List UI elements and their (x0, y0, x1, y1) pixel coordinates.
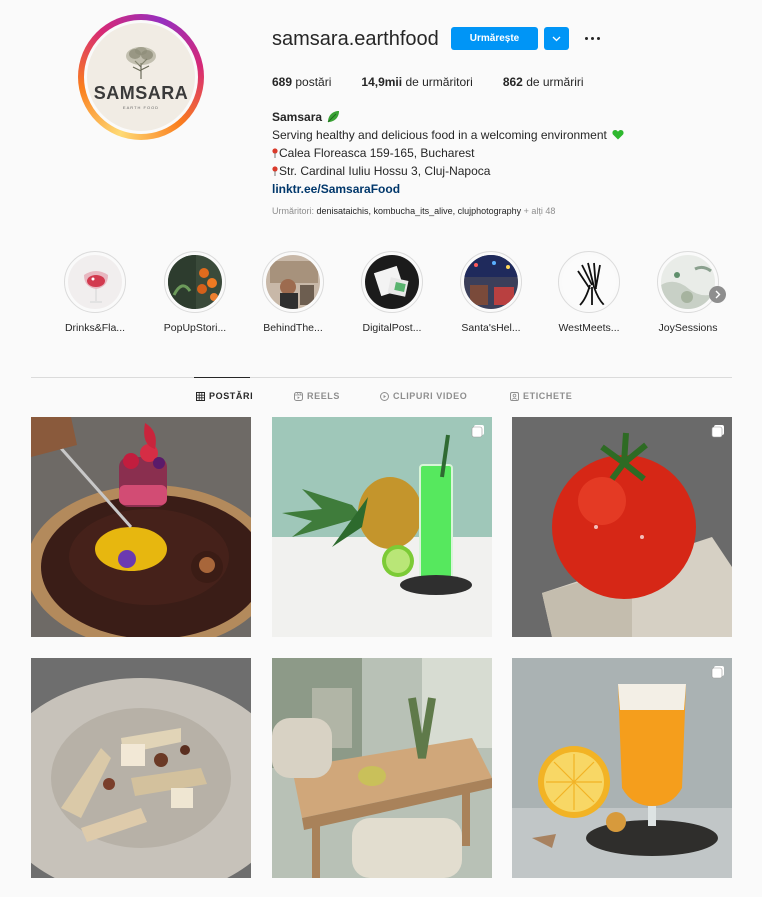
chevron-down-icon (552, 36, 561, 41)
followed-by-note[interactable]: Urmăritori: denisataichis, kombucha_its_… (272, 206, 555, 216)
highlight-label: JoySessions (658, 322, 718, 334)
carousel-icon (471, 425, 484, 438)
highlight-label: Santa'sHel... (461, 322, 521, 334)
highlight-cover (661, 255, 715, 309)
post-image (31, 658, 251, 878)
bio-line-2: Calea Floreasca 159-165, Bucharest (272, 144, 624, 162)
reels-icon (294, 391, 303, 401)
green-heart-icon (612, 130, 624, 140)
avatar-brand: SAMSARA (93, 82, 189, 103)
profile-bio: Samsara Serving healthy and delicious fo… (272, 108, 624, 198)
profile-tabs: POSTĂRI REELS CLIPURI VIDEO ETICHETE (0, 391, 762, 405)
grid-icon (196, 391, 205, 401)
post-pasta-bowl[interactable] (31, 658, 251, 878)
tab-tagged[interactable]: ETICHETE (510, 391, 572, 401)
highlight-label: WestMeets... (558, 322, 620, 334)
posts-count: 689 postări (272, 75, 332, 89)
highlight-item[interactable]: PopUpStori... (155, 251, 235, 334)
post-orange-drink[interactable] (512, 658, 732, 878)
tab-posts[interactable]: POSTĂRI (196, 391, 253, 401)
post-dessert-plate[interactable] (31, 417, 251, 637)
highlight-item[interactable]: DigitalPost... (352, 251, 432, 334)
post-image (272, 417, 492, 637)
avatar-brand-sub: EARTH FOOD (122, 104, 160, 110)
highlight-item[interactable]: BehindThe... (253, 251, 333, 334)
highlight-label: BehindThe... (263, 322, 323, 334)
highlight-cover (365, 255, 419, 309)
highlight-label: PopUpStori... (163, 322, 227, 334)
highlight-cover (266, 255, 320, 309)
tab-reels[interactable]: REELS (294, 391, 340, 401)
active-tab-indicator (194, 377, 250, 378)
video-icon (380, 391, 389, 401)
highlights-next-button[interactable] (709, 286, 726, 303)
followers-count[interactable]: 14,9mii de urmăritori (361, 75, 472, 89)
post-image (512, 417, 732, 637)
more-dot-icon (590, 36, 594, 40)
more-dot-icon (596, 36, 600, 40)
highlight-cover (68, 255, 122, 309)
bio-line-1: Serving healthy and delicious food in a … (272, 126, 624, 144)
highlight-cover (168, 255, 222, 309)
bio-name: Samsara (272, 108, 624, 126)
story-highlights: Drinks&Fla... PopUpStori... BehindThe...… (55, 251, 735, 341)
bio-link[interactable]: linktr.ee/SamsaraFood (272, 180, 624, 198)
bio-line-3: Str. Cardinal Iuliu Hossu 3, Cluj-Napoca (272, 162, 624, 180)
highlight-cover (562, 255, 616, 309)
carousel-icon (711, 425, 724, 438)
highlight-item[interactable]: WestMeets... (549, 251, 629, 334)
tree-logo-icon (126, 46, 156, 79)
post-image (272, 658, 492, 878)
profile-stats: 689 postări 14,9mii de urmăritori 862 de… (272, 75, 614, 89)
suggested-dropdown-button[interactable] (544, 27, 569, 50)
post-image (31, 417, 251, 637)
tab-videos[interactable]: CLIPURI VIDEO (380, 391, 467, 401)
more-options-button[interactable] (582, 30, 602, 46)
post-pineapple-drink[interactable] (272, 417, 492, 637)
post-image (512, 658, 732, 878)
highlight-label: DigitalPost... (362, 322, 422, 334)
more-dot-icon (584, 36, 588, 40)
post-restaurant-table[interactable] (272, 658, 492, 878)
highlight-item[interactable]: Santa'sHel... (451, 251, 531, 334)
leaf-emoji-icon (327, 111, 340, 123)
follow-button[interactable]: Urmărește (451, 27, 538, 50)
tagged-icon (510, 391, 519, 401)
profile-username: samsara.earthfood (272, 28, 439, 50)
profile-avatar-ring[interactable]: SAMSARA EARTH FOOD (78, 14, 204, 140)
post-tomato[interactable] (512, 417, 732, 637)
highlight-label: Drinks&Fla... (64, 322, 126, 334)
pushpin-icon (272, 148, 278, 158)
highlight-cover (464, 255, 518, 309)
pushpin-icon (272, 166, 278, 176)
profile-avatar[interactable]: SAMSARA EARTH FOOD (84, 20, 198, 134)
following-count[interactable]: 862 de urmăriri (503, 75, 584, 89)
chevron-right-icon (715, 290, 721, 299)
highlight-item[interactable]: Drinks&Fla... (55, 251, 135, 334)
carousel-icon (711, 666, 724, 679)
tabs-divider (31, 377, 732, 378)
